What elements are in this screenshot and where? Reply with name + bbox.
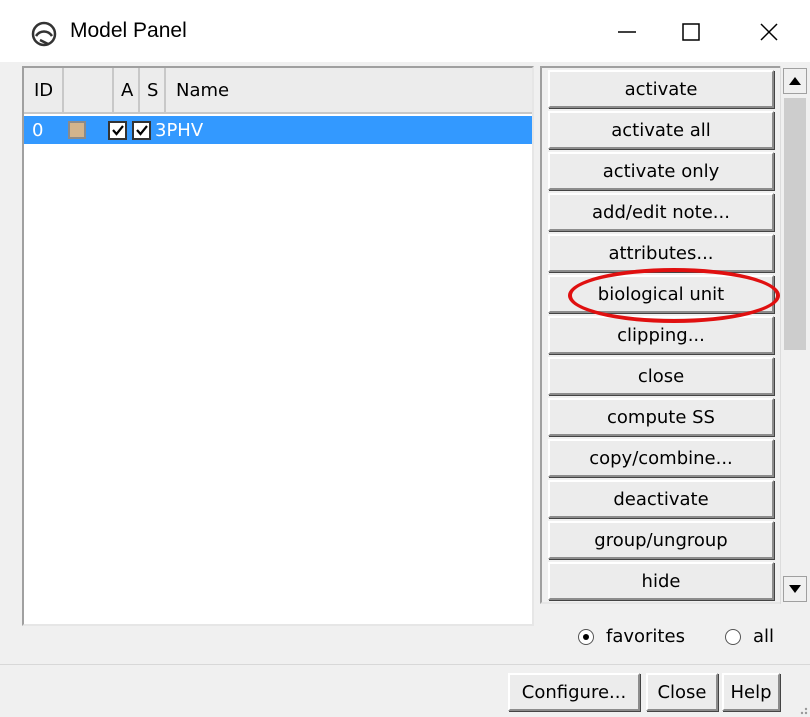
attributes-button[interactable]: attributes... (548, 234, 774, 272)
deactivate-button[interactable]: deactivate (548, 480, 774, 518)
biological-unit-button[interactable]: biological unit (548, 275, 774, 313)
title-bar: Model Panel (0, 0, 810, 62)
favorites-label: favorites (606, 626, 685, 647)
copy-combine-button[interactable]: copy/combine... (548, 439, 774, 477)
column-header-id[interactable]: ID (24, 68, 64, 114)
shown-checkbox-cell[interactable] (132, 116, 156, 144)
activate-only-button[interactable]: activate only (548, 152, 774, 190)
maximize-button[interactable] (664, 8, 718, 56)
radio-selected-icon (583, 633, 589, 640)
hide-button[interactable]: hide (548, 562, 774, 600)
minimize-icon (618, 31, 636, 33)
window-title: Model Panel (70, 19, 187, 42)
resize-grip-icon[interactable] (796, 703, 808, 715)
checkmark-icon (135, 125, 148, 136)
close-window-button[interactable] (742, 8, 796, 56)
model-list-header: ID A S Name (24, 68, 532, 114)
configure-button[interactable]: Configure... (508, 673, 640, 711)
model-list[interactable]: ID A S Name 0 3PHV (22, 66, 534, 626)
up-arrow-icon (789, 77, 801, 85)
group-ungroup-button[interactable]: group/ungroup (548, 521, 774, 559)
scroll-up-button[interactable] (783, 68, 807, 94)
help-button[interactable]: Help (722, 673, 780, 711)
model-color-cell[interactable] (68, 116, 98, 144)
column-header-color[interactable] (64, 68, 114, 114)
favorites-radio-option[interactable]: favorites (578, 626, 685, 647)
color-swatch[interactable] (68, 121, 86, 139)
compute-ss-button[interactable]: compute SS (548, 398, 774, 436)
down-arrow-icon (789, 585, 801, 593)
close-icon (760, 23, 778, 41)
clipping-button[interactable]: clipping... (548, 316, 774, 354)
column-header-name[interactable]: Name (166, 68, 532, 114)
chimera-icon (31, 21, 57, 47)
model-id: 0 (32, 119, 44, 141)
favorites-radio[interactable] (578, 628, 594, 645)
table-row[interactable]: 0 3PHV (24, 116, 532, 144)
activate-button[interactable]: activate (548, 70, 774, 108)
all-radio-option[interactable]: all (725, 626, 774, 647)
close-button[interactable]: Close (646, 673, 718, 711)
shown-checkbox[interactable] (132, 120, 151, 140)
column-header-active[interactable]: A (114, 68, 140, 114)
minimize-button[interactable] (600, 8, 654, 56)
close-model-button[interactable]: close (548, 357, 774, 395)
command-button-list: activate activate all activate only add/… (540, 66, 780, 604)
active-checkbox-cell[interactable] (108, 116, 132, 144)
maximize-icon (682, 23, 700, 41)
active-checkbox[interactable] (108, 120, 127, 140)
column-header-shown[interactable]: S (140, 68, 166, 114)
scroll-down-button[interactable] (783, 576, 807, 602)
command-scrollbar[interactable] (780, 66, 808, 604)
add-edit-note-button[interactable]: add/edit note... (548, 193, 774, 231)
activate-all-button[interactable]: activate all (548, 111, 774, 149)
all-radio[interactable] (725, 628, 741, 645)
checkmark-icon (111, 125, 124, 136)
footer-divider (0, 664, 810, 665)
scroll-thumb[interactable] (784, 98, 806, 350)
all-label: all (753, 626, 775, 647)
model-name: 3PHV (155, 119, 204, 141)
